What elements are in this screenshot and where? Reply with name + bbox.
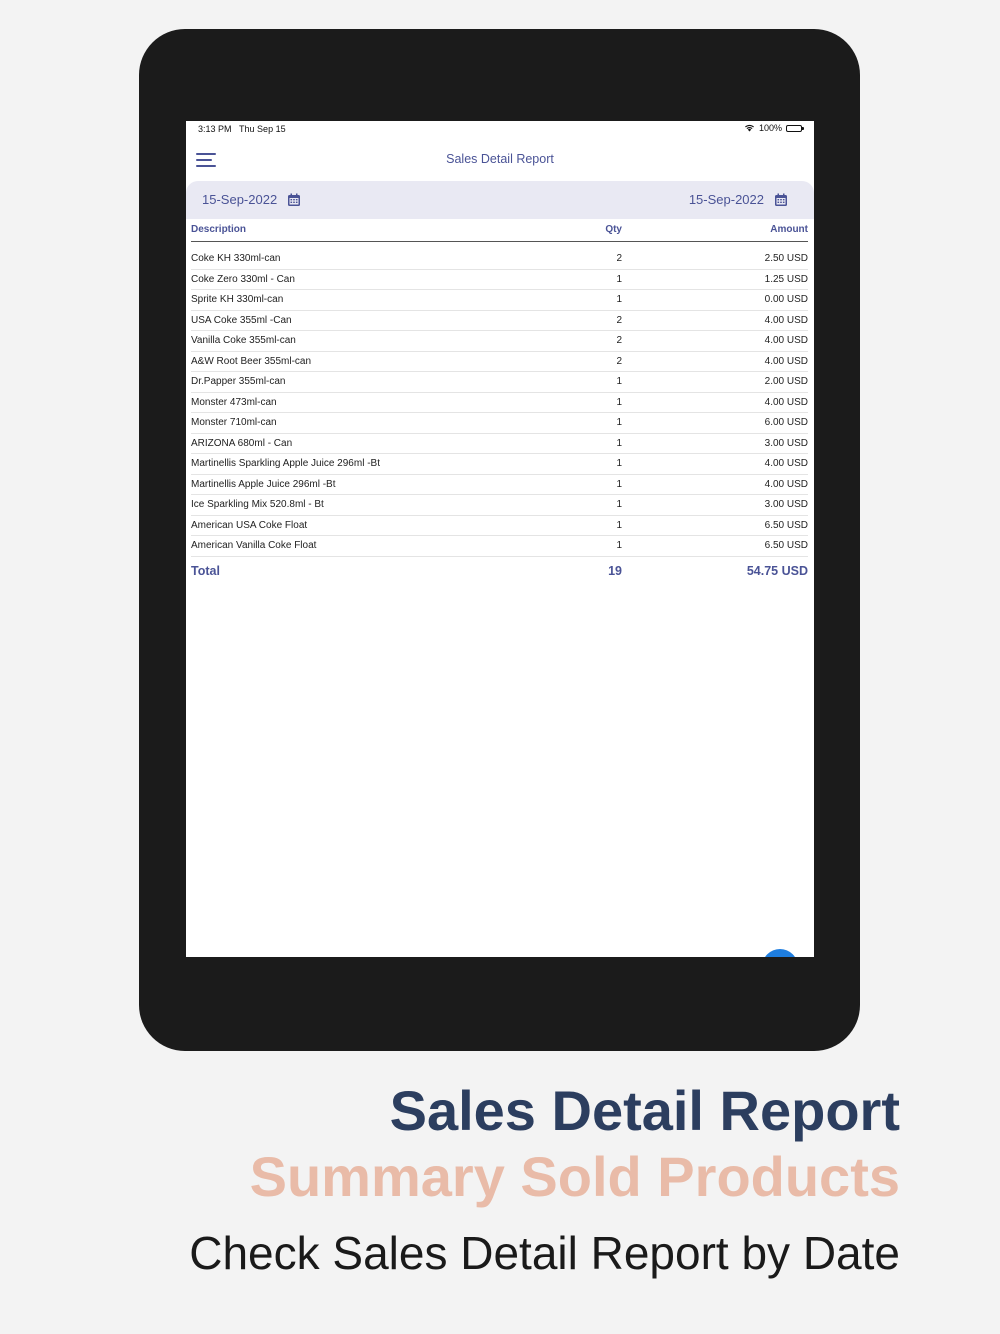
total-amount: 54.75 USD <box>746 563 808 578</box>
battery-icon <box>786 124 804 132</box>
table-body: Coke KH 330ml-can 2 2.50 USD Coke Zero 330… <box>191 249 808 557</box>
row-description: American USA Coke Float <box>191 519 308 531</box>
total-label: Total <box>191 563 220 578</box>
header-qty: Qty <box>605 224 622 235</box>
calendar-icon[interactable] <box>774 193 788 207</box>
row-amount: 6.00 USD <box>764 417 808 428</box>
row-description: Coke KH 330ml-can <box>191 253 281 264</box>
row-description: American Vanilla Coke Float <box>191 540 317 551</box>
row-qty: 1 <box>616 478 622 490</box>
app-bar: Sales Detail Report <box>186 139 814 181</box>
status-bar: 3:13 PM Thu Sep 15 100% <box>186 121 814 139</box>
calendar-icon[interactable] <box>287 193 301 207</box>
row-qty: 2 <box>616 335 622 346</box>
row-description: Monster 710ml-can <box>191 417 277 428</box>
row-description: USA Coke 355ml -Can <box>191 314 292 326</box>
table-row: Ice Sparkling Mix 520.8ml - Bt 1 3.00 USD <box>191 495 808 516</box>
row-qty: 2 <box>616 355 622 367</box>
row-amount: 4.00 USD <box>764 458 808 469</box>
row-description: Ice Sparkling Mix 520.8ml - Bt <box>191 499 324 510</box>
row-amount: 6.50 USD <box>764 540 808 551</box>
row-description: Dr.Papper 355ml-can <box>191 376 286 387</box>
row-qty: 1 <box>616 376 622 387</box>
to-date-picker[interactable]: 15-Sep-2022 <box>689 192 788 207</box>
table-header: Description Qty Amount <box>191 219 808 242</box>
row-amount: 4.00 USD <box>764 314 808 326</box>
row-amount: 1.25 USD <box>764 273 808 285</box>
row-description: Martinellis Sparkling Apple Juice 296ml … <box>191 458 380 469</box>
table-row: American USA Coke Float 1 6.50 USD <box>191 516 808 536</box>
date-range-bar: 15-Sep-2022 15-Sep-2022 <box>186 181 814 219</box>
row-qty: 2 <box>616 253 622 264</box>
table-row: Vanilla Coke 355ml-can 2 4.00 USD <box>191 331 808 352</box>
battery-percent: 100% <box>758 123 782 133</box>
caption-subtitle: Summary Sold Products <box>249 1145 900 1208</box>
table-row: Monster 473ml-can 1 4.00 USD <box>191 393 808 413</box>
row-amount: 0.00 USD <box>764 294 808 305</box>
total-row: Total 19 54.75 USD <box>191 557 808 583</box>
table-row: Monster 710ml-can 1 6.00 USD <box>191 413 808 434</box>
to-date-text: 15-Sep-2022 <box>688 192 764 207</box>
total-qty: 19 <box>608 563 622 578</box>
wifi-icon <box>744 124 754 132</box>
row-qty: 1 <box>616 499 622 510</box>
floating-action-button[interactable] <box>762 949 798 957</box>
header-amount: Amount <box>770 224 808 235</box>
table-row: Sprite KH 330ml-can 1 0.00 USD <box>191 290 808 311</box>
row-amount: 3.00 USD <box>764 437 808 449</box>
row-amount: 2.00 USD <box>764 376 808 387</box>
table-row: Martinellis Sparkling Apple Juice 296ml … <box>191 454 808 475</box>
row-amount: 2.50 USD <box>764 253 808 264</box>
table-row: USA Coke 355ml -Can 2 4.00 USD <box>191 311 808 331</box>
header-description: Description <box>191 224 247 235</box>
row-qty: 2 <box>616 314 622 326</box>
row-amount: 6.50 USD <box>764 519 808 531</box>
caption-title: Sales Detail Report <box>389 1079 900 1142</box>
row-description: A&W Root Beer 355ml-can <box>191 355 312 367</box>
row-description: Martinellis Apple Juice 296ml -Bt <box>191 478 336 490</box>
row-description: Monster 473ml-can <box>191 396 277 408</box>
row-amount: 4.00 USD <box>764 396 808 408</box>
table-row: ARIZONA 680ml - Can 1 3.00 USD <box>191 434 808 454</box>
row-qty: 1 <box>616 437 622 449</box>
table-row: Coke KH 330ml-can 2 2.50 USD <box>191 249 808 270</box>
caption-description: Check Sales Detail Report by Date <box>189 1227 900 1279</box>
row-qty: 1 <box>616 540 622 551</box>
row-qty: 1 <box>616 417 622 428</box>
table-row: Martinellis Apple Juice 296ml -Bt 1 4.00 U… <box>191 475 808 495</box>
row-qty: 1 <box>616 458 622 469</box>
table-row: American Vanilla Coke Float 1 6.50 USD <box>191 536 808 557</box>
status-time: 3:13 PM Thu Sep 15 <box>198 124 286 134</box>
from-date-text: 15-Sep-2022 <box>202 192 278 207</box>
row-qty: 1 <box>616 273 622 285</box>
row-qty: 1 <box>616 396 622 408</box>
sales-table: Description Qty Amount Coke KH 330ml-can… <box>191 219 808 583</box>
status-right: 100% <box>744 123 804 133</box>
row-description: ARIZONA 680ml - Can <box>191 437 293 449</box>
row-description: Coke Zero 330ml - Can <box>191 273 295 285</box>
page-title: Sales Detail Report <box>446 152 554 166</box>
row-qty: 1 <box>616 519 622 531</box>
row-amount: 3.00 USD <box>764 499 808 510</box>
row-qty: 1 <box>616 294 622 305</box>
row-description: Sprite KH 330ml-can <box>191 294 284 305</box>
app-screen: 3:13 PM Thu Sep 15 100% Sales Detail Rep… <box>186 121 814 957</box>
table-row: A&W Root Beer 355ml-can 2 4.00 USD <box>191 352 808 372</box>
row-amount: 4.00 USD <box>764 335 808 346</box>
row-description: Vanilla Coke 355ml-can <box>191 335 296 346</box>
table-row: Coke Zero 330ml - Can 1 1.25 USD <box>191 270 808 290</box>
row-amount: 4.00 USD <box>764 355 808 367</box>
table-row: Dr.Papper 355ml-can 1 2.00 USD <box>191 372 808 393</box>
from-date-picker[interactable]: 15-Sep-2022 <box>202 192 301 207</box>
row-amount: 4.00 USD <box>764 478 808 490</box>
